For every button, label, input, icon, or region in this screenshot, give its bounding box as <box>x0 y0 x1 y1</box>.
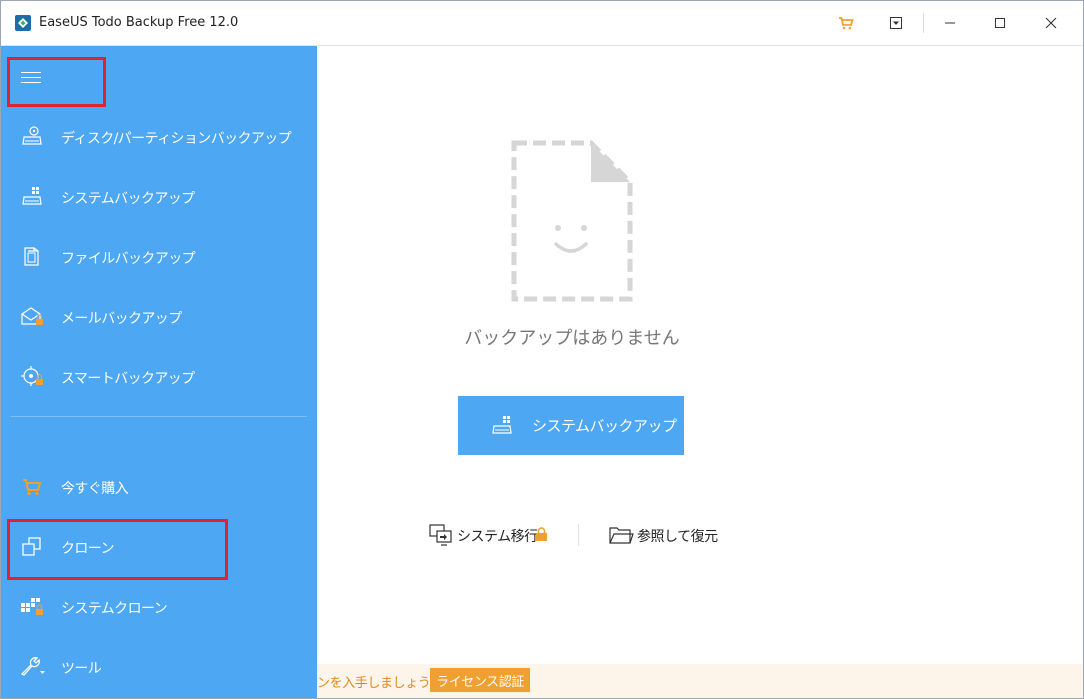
app-window: EaseUS Todo Backup Free 12.0 ディスク/パーティショ… <box>0 0 1084 699</box>
license-activation-button[interactable]: ライセンス認証 <box>430 668 530 692</box>
system-backup-icon <box>492 416 512 434</box>
sidebar-item-label: メールバックアップ <box>61 311 182 327</box>
sidebar-item-file-backup[interactable]: ファイルバックアップ <box>1 236 317 276</box>
minimize-icon <box>945 22 955 24</box>
migrate-icon <box>429 524 452 546</box>
close-button[interactable] <box>1039 11 1063 35</box>
folder-icon <box>609 527 634 544</box>
sidebar-divider <box>11 416 307 417</box>
easeus-logo-icon <box>15 15 31 31</box>
main-panel: バックアップはありません システムバックアップ システム移行 参照して復元 <box>317 46 1083 664</box>
sidebar-item-label: システムクローン <box>61 601 168 617</box>
browse-restore-link[interactable]: 参照して復元 <box>609 522 721 548</box>
close-icon <box>1045 17 1057 29</box>
sidebar-item-label: 今すぐ購入 <box>61 481 129 497</box>
links-divider <box>578 524 579 546</box>
sidebar-item-label: ファイルバックアップ <box>61 251 196 267</box>
mail-backup-icon <box>21 307 43 325</box>
sidebar-item-mail-backup[interactable]: メールバックアップ <box>1 296 317 336</box>
license-banner-text: ンを入手しましょう。 <box>317 676 443 691</box>
sidebar-item-label: ディスク/パーティションバックアップ <box>61 131 292 147</box>
sidebar-item-system-backup[interactable]: システムバックアップ <box>1 176 317 216</box>
sidebar-item-system-clone[interactable]: システムクローン <box>1 586 317 626</box>
wrench-icon <box>20 657 45 676</box>
system-backup-button-label: システムバックアップ <box>532 417 677 435</box>
empty-state-message: バックアップはありません <box>464 328 680 349</box>
titlebar-divider <box>923 13 924 33</box>
empty-document-icon <box>511 140 633 302</box>
sidebar-item-smart-backup[interactable]: スマートバックアップ <box>1 356 317 396</box>
file-backup-icon <box>24 247 39 266</box>
cart-icon <box>23 479 42 496</box>
system-clone-icon <box>21 598 43 615</box>
system-migration-link[interactable]: システム移行 <box>429 522 553 548</box>
sidebar-item-label: スマートバックアップ <box>61 371 195 387</box>
cart-icon <box>839 17 854 30</box>
sidebar: ディスク/パーティションバックアップ システムバックアップ ファイルバックアップ <box>1 46 317 698</box>
system-migration-label: システム移行 <box>457 529 538 545</box>
minimize-button[interactable] <box>938 11 962 35</box>
dropdown-menu-button[interactable] <box>884 11 908 35</box>
browse-restore-label: 参照して復元 <box>637 529 718 545</box>
dropdown-icon <box>890 17 902 29</box>
sidebar-item-label: システムバックアップ <box>61 191 195 207</box>
disk-backup-icon <box>22 126 42 145</box>
smart-backup-icon <box>21 366 43 386</box>
license-banner: ンを入手しましょう。 ライセンス認証 <box>317 664 1083 698</box>
system-backup-icon <box>22 187 42 205</box>
sidebar-item-label: ツール <box>61 661 102 677</box>
highlight-box-menu <box>7 57 106 107</box>
maximize-icon <box>995 18 1005 28</box>
sidebar-item-buy-now[interactable]: 今すぐ購入 <box>1 466 317 506</box>
maximize-button[interactable] <box>988 11 1012 35</box>
title-bar: EaseUS Todo Backup Free 12.0 <box>1 1 1083 46</box>
window-title: EaseUS Todo Backup Free 12.0 <box>39 15 239 30</box>
sidebar-item-tools[interactable]: ツール <box>1 646 317 686</box>
highlight-box-clone <box>7 519 228 580</box>
sidebar-item-disk-partition-backup[interactable]: ディスク/パーティションバックアップ <box>1 116 317 156</box>
lock-icon <box>536 527 547 541</box>
cart-button[interactable] <box>834 11 858 35</box>
system-backup-button[interactable]: システムバックアップ <box>458 396 684 455</box>
